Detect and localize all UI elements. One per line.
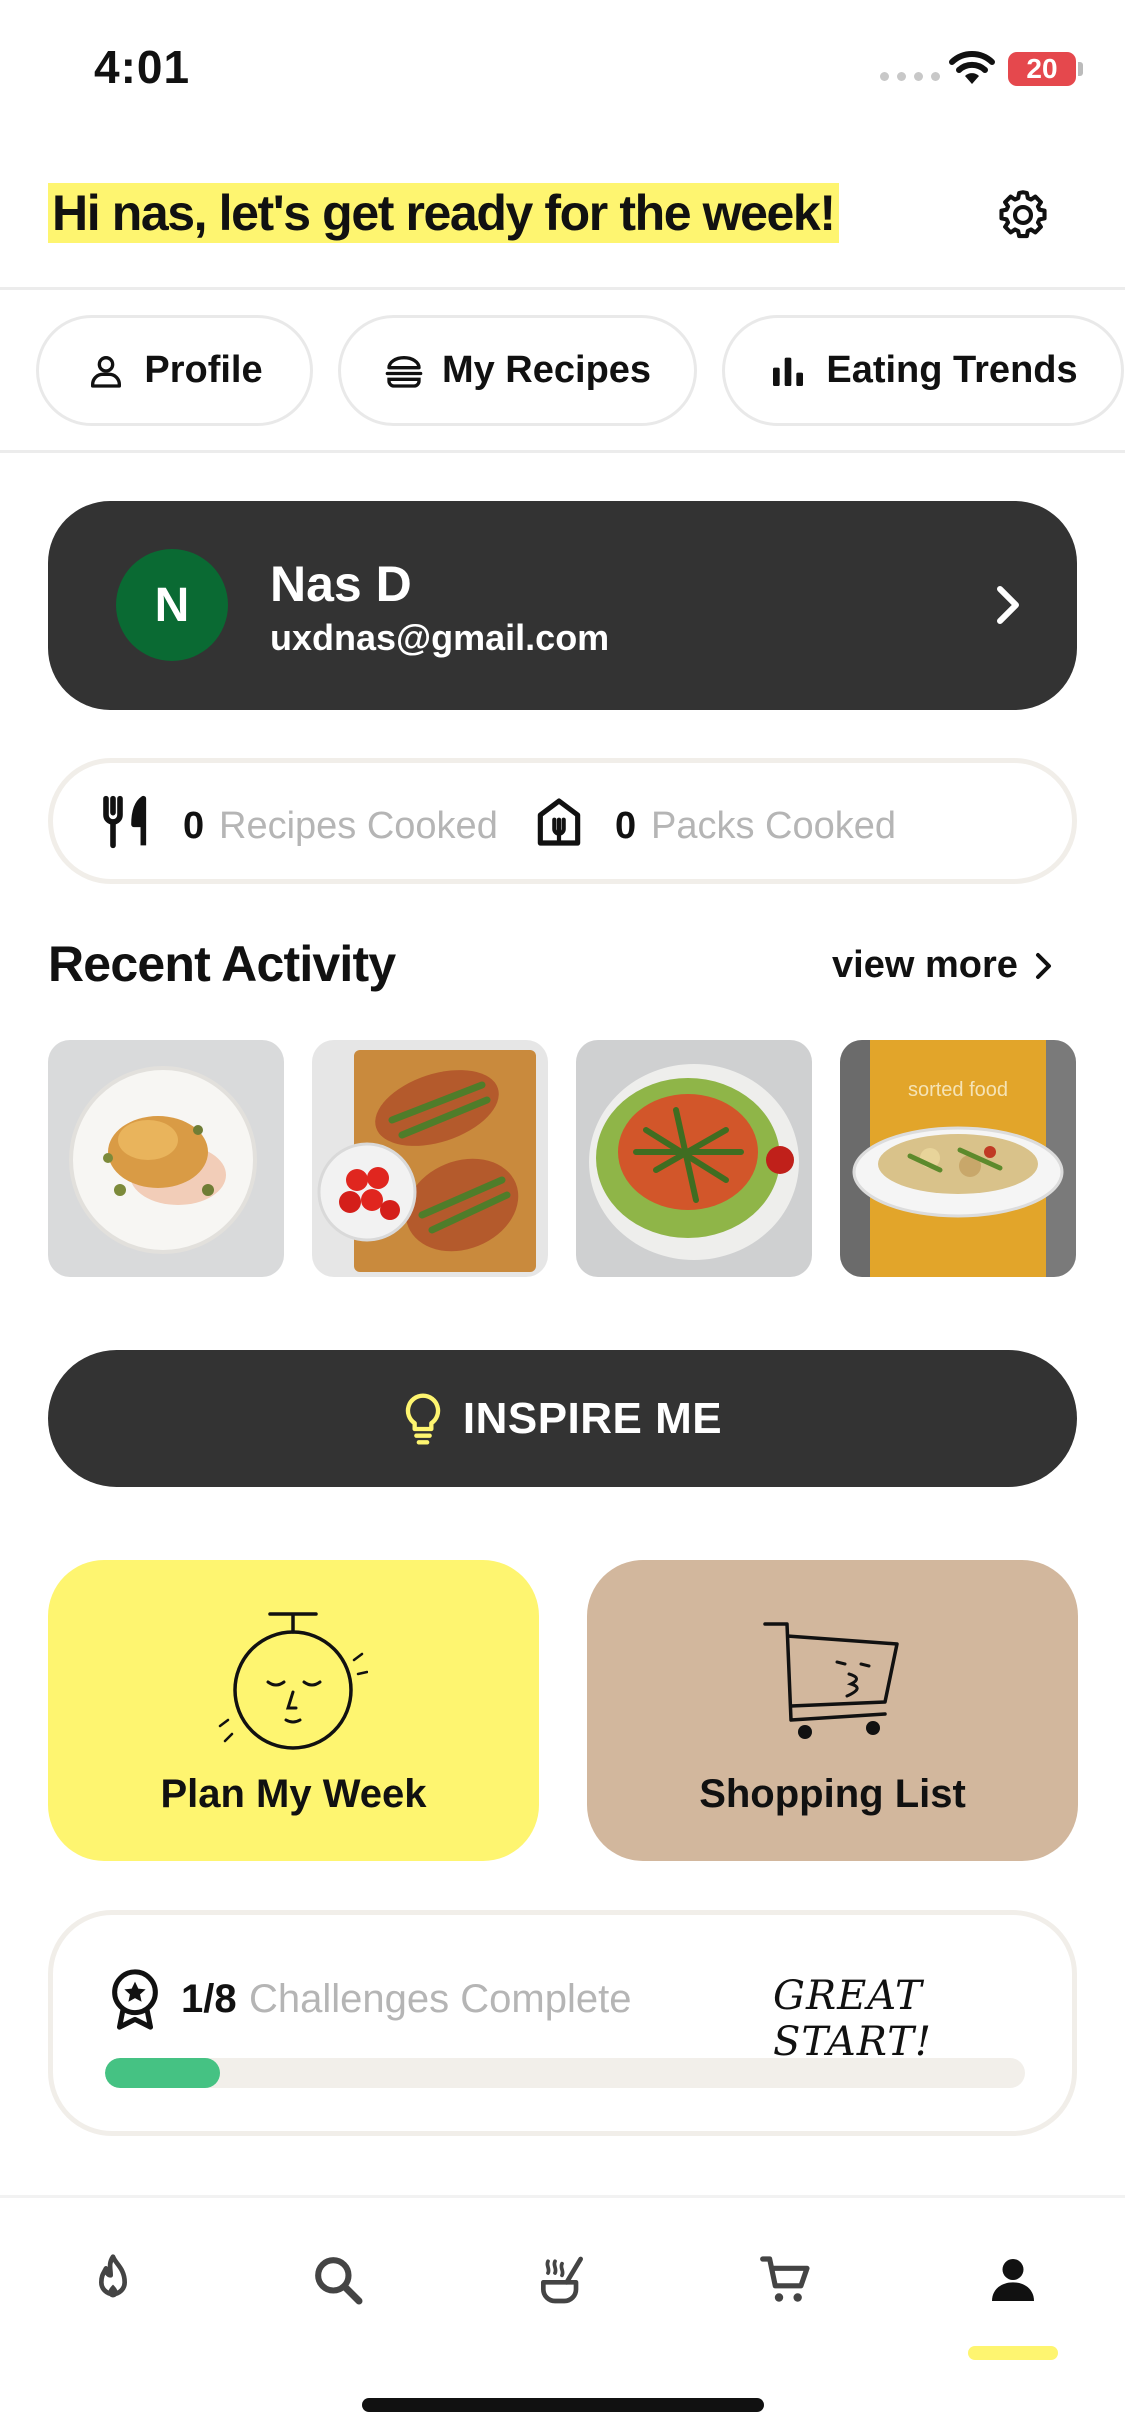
challenges-message: GREAT START! <box>773 1973 932 2065</box>
greeting-title: Hi nas, let's get ready for the week! <box>48 183 839 243</box>
profile-card[interactable]: N Nas D uxdnas@gmail.com <box>48 501 1077 710</box>
cart-icon <box>760 2256 810 2302</box>
recipes-cooked-label: Recipes Cooked <box>219 805 498 847</box>
fork-knife-icon <box>103 795 147 849</box>
shopping-list-tile[interactable]: Shopping List <box>587 1560 1078 1861</box>
inspire-me-label: INSPIRE ME <box>462 1393 723 1443</box>
tab-eating-trends-label: Eating Trends <box>826 349 1078 391</box>
pack-icon <box>537 798 581 846</box>
plan-my-week-label: Plan My Week <box>160 1772 427 1816</box>
stopwatch-face-icon <box>218 1612 368 1750</box>
profile-name: Nas D <box>270 556 412 612</box>
tab-my-recipes[interactable]: My Recipes <box>338 315 697 426</box>
challenges-progress-bar <box>105 2058 1025 2088</box>
flame-icon <box>99 2254 127 2298</box>
signal-icon <box>880 72 940 81</box>
shopping-list-label: Shopping List <box>699 1772 966 1816</box>
challenges-label: Challenges Complete <box>249 1977 632 2021</box>
tab-my-recipes-label: My Recipes <box>441 349 652 391</box>
nav-basket[interactable] <box>756 2250 816 2310</box>
recent-recipe-thumbnail[interactable] <box>48 1040 284 1277</box>
recent-activity-title: Recent Activity <box>48 936 396 992</box>
person-icon <box>91 355 122 388</box>
profile-email: uxdnas@gmail.com <box>270 617 610 658</box>
status-time: 4:01 <box>94 41 191 93</box>
challenges-card[interactable]: 1/8 Challenges Complete GREAT START! <box>48 1910 1077 2136</box>
gear-icon[interactable] <box>994 186 1052 244</box>
cart-face-icon <box>763 1622 899 1739</box>
search-icon <box>315 2257 363 2305</box>
challenges-count: 1/8 <box>181 1977 237 2021</box>
challenges-progress-fill <box>105 2058 220 2088</box>
nav-discover[interactable] <box>83 2250 143 2310</box>
header-divider <box>0 287 1125 290</box>
avatar: N <box>116 549 228 661</box>
inspire-me-button[interactable]: INSPIRE ME <box>48 1350 1077 1487</box>
packs-cooked-label: Packs Cooked <box>651 805 897 847</box>
recent-recipe-thumbnail[interactable] <box>312 1040 548 1277</box>
burger-icon <box>385 355 423 388</box>
battery-cap <box>1078 62 1083 76</box>
chevron-right-icon <box>997 586 1019 624</box>
tab-profile[interactable]: Profile <box>36 315 313 426</box>
view-more-link[interactable]: view more <box>832 944 1054 987</box>
tab-profile-label: Profile <box>144 349 263 391</box>
cooking-stats: 0 Recipes Cooked 0 Packs Cooked <box>48 758 1077 884</box>
person-icon <box>992 2259 1034 2301</box>
recipe-photo-crumb-dish <box>48 1040 284 1277</box>
lightbulb-icon <box>405 1392 441 1444</box>
recipe-photo-apron-bowl: sorted food <box>840 1040 1076 1277</box>
plan-my-week-tile[interactable]: Plan My Week <box>48 1560 539 1861</box>
nav-active-indicator <box>968 2346 1058 2360</box>
recipe-photo-flatbreads <box>312 1040 548 1277</box>
home-indicator <box>362 2398 764 2412</box>
recipe-photo-salad <box>576 1040 812 1277</box>
tabs-divider <box>0 450 1125 453</box>
recipes-cooked-count: 0 <box>183 805 205 847</box>
nav-profile[interactable] <box>983 2250 1043 2310</box>
tab-eating-trends[interactable]: Eating Trends <box>722 315 1124 426</box>
chevron-right-icon <box>1035 952 1051 979</box>
pot-icon <box>541 2256 583 2304</box>
award-badge-icon <box>112 1969 158 2030</box>
view-more-label: view more <box>832 944 1018 986</box>
battery-icon: 20 <box>1008 52 1076 86</box>
apron-logo-text: sorted food <box>908 1079 1008 1101</box>
wifi-icon <box>949 51 995 84</box>
nav-cook[interactable] <box>532 2250 592 2310</box>
recent-recipe-thumbnail[interactable] <box>576 1040 812 1277</box>
nav-search[interactable] <box>308 2250 368 2310</box>
recent-recipe-thumbnail[interactable]: sorted food <box>840 1040 1076 1277</box>
bar-chart-icon <box>773 357 804 386</box>
status-bar: 4:01 20 <box>0 0 1125 140</box>
packs-cooked-count: 0 <box>615 805 637 847</box>
